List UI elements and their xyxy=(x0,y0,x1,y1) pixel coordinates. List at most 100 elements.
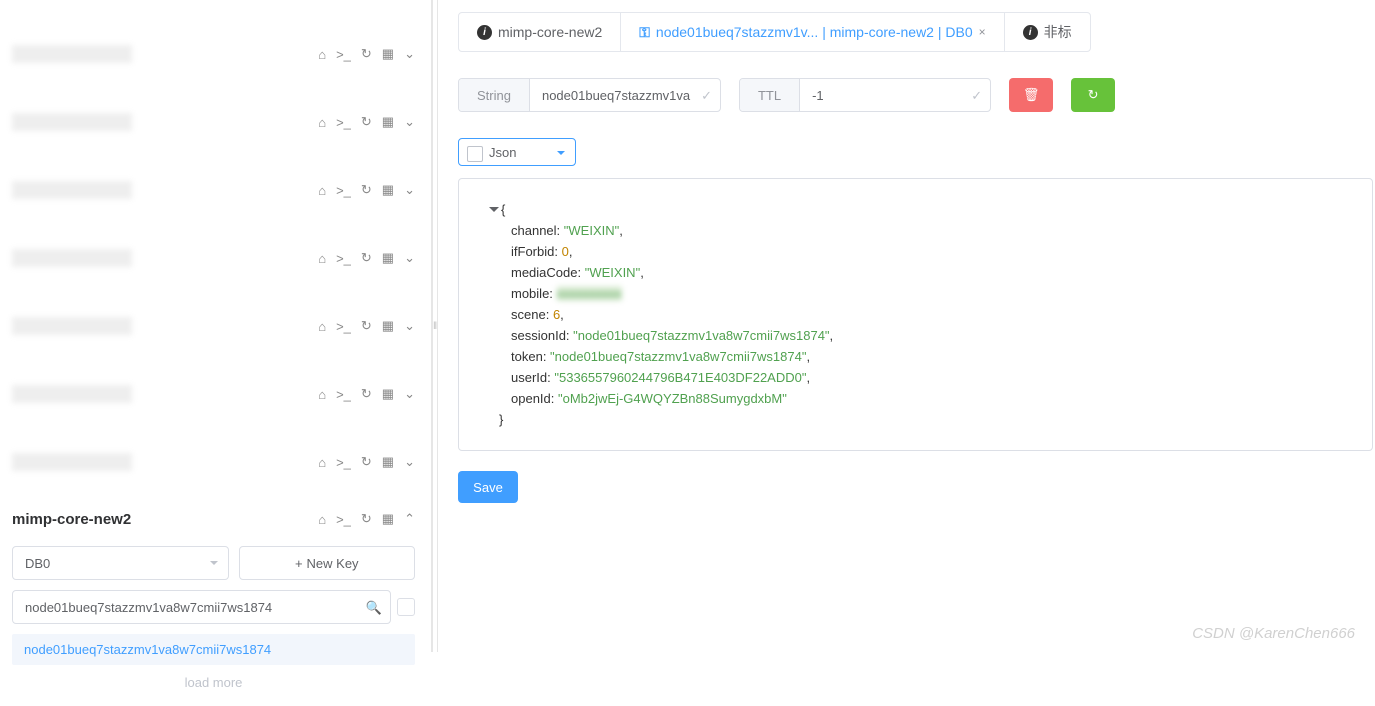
grid-icon[interactable]: ▦ xyxy=(382,318,394,334)
grid-icon[interactable]: ▦ xyxy=(382,46,394,62)
type-label: String xyxy=(459,79,530,111)
refresh-icon[interactable]: ↻ xyxy=(361,250,372,266)
collapse-toggle-icon[interactable] xyxy=(489,207,499,217)
chevron-down-icon[interactable]: ⌄ xyxy=(404,386,415,402)
chevron-down-icon[interactable]: ⌄ xyxy=(404,454,415,470)
load-more-button[interactable]: load more xyxy=(12,665,415,700)
refresh-icon[interactable]: ↻ xyxy=(361,182,372,198)
key-fields: String node01bueq7stazzmv1va✓ TTL -1✓ 🗑 … xyxy=(458,78,1375,112)
connection-row[interactable]: ⌂ >_ ↻ ▦ ⌄ xyxy=(0,292,431,360)
key-list-item[interactable]: node01bueq7stazzmv1va8w7cmii7ws1874 xyxy=(12,634,415,665)
connection-row[interactable]: ⌂ >_ ↻ ▦ ⌄ xyxy=(0,224,431,292)
terminal-icon[interactable]: >_ xyxy=(336,47,351,62)
refresh-icon[interactable]: ↻ xyxy=(361,511,372,527)
close-icon[interactable]: × xyxy=(979,25,986,39)
tab-label: node01bueq7stazzmv1v... | mimp-core-new2… xyxy=(656,24,973,40)
search-icon[interactable]: 🔍 xyxy=(366,600,382,616)
chevron-down-icon[interactable]: ⌄ xyxy=(404,46,415,62)
ttl-field: TTL -1 ✓ xyxy=(739,78,991,112)
info-icon: i xyxy=(477,25,492,40)
terminal-icon[interactable]: >_ xyxy=(336,319,351,334)
home-icon[interactable]: ⌂ xyxy=(318,47,326,62)
grid-icon[interactable]: ▦ xyxy=(382,250,394,266)
tab-connection[interactable]: imimp-core-new2 xyxy=(459,13,621,51)
check-icon[interactable]: ✓ xyxy=(971,88,982,104)
json-val-redacted: xxxxxxxxxx xyxy=(557,286,622,301)
open-connection: mimp-core-new2 ⌂ >_ ↻ ▦ ⌃ DB0 + New Key node0… xyxy=(0,496,431,706)
terminal-icon[interactable]: >_ xyxy=(336,455,351,470)
refresh-icon[interactable]: ↻ xyxy=(361,318,372,334)
grid-icon[interactable]: ▦ xyxy=(382,114,394,130)
home-icon[interactable]: ⌂ xyxy=(318,455,326,470)
chevron-up-icon[interactable]: ⌃ xyxy=(404,511,415,527)
connection-row[interactable]: ⌂ >_ ↻ ▦ ⌄ xyxy=(0,88,431,156)
key-name-value: node01bueq7stazzmv1va xyxy=(542,88,690,103)
connection-row[interactable]: ⌂ >_ ↻ ▦ ⌄ xyxy=(0,156,431,224)
connection-name xyxy=(12,113,132,131)
connection-row[interactable]: ⌂ >_ ↻ ▦ ⌄ xyxy=(0,360,431,428)
delete-button[interactable]: 🗑 xyxy=(1009,78,1053,112)
save-button[interactable]: Save xyxy=(458,471,518,503)
chevron-down-icon[interactable]: ⌄ xyxy=(404,318,415,334)
json-val: "node01bueq7stazzmv1va8w7cmii7ws1874" xyxy=(573,328,829,343)
ttl-input[interactable]: -1 ✓ xyxy=(800,79,990,111)
new-key-button[interactable]: + New Key xyxy=(239,546,416,580)
check-icon[interactable]: ✓ xyxy=(701,88,712,104)
terminal-icon[interactable]: >_ xyxy=(336,115,351,130)
info-icon: i xyxy=(1023,25,1038,40)
trash-icon: 🗑 xyxy=(1023,87,1040,103)
json-val: "5336557960244796B471E403DF22ADD0" xyxy=(554,370,806,385)
tab-key[interactable]: ⚿node01bueq7stazzmv1v... | mimp-core-new… xyxy=(621,13,1004,51)
new-key-label: New Key xyxy=(307,556,359,571)
json-val: "oMb2jwEj-G4WQYZBn88SumygdxbM" xyxy=(558,391,787,406)
grid-icon[interactable]: ▦ xyxy=(382,511,394,527)
type-field: String node01bueq7stazzmv1va ✓ xyxy=(458,78,721,112)
open-connection-title[interactable]: mimp-core-new2 xyxy=(12,511,131,528)
refresh-icon[interactable]: ↻ xyxy=(361,386,372,402)
connection-row[interactable]: ⌂ >_ ↻ ▦ ⌄ xyxy=(0,428,431,496)
grid-icon[interactable]: ▦ xyxy=(382,454,394,470)
terminal-icon[interactable]: >_ xyxy=(336,183,351,198)
connection-name xyxy=(12,317,132,335)
exact-match-checkbox[interactable] xyxy=(397,598,415,616)
tab-label: 非标 xyxy=(1044,22,1072,42)
key-name-input[interactable]: node01bueq7stazzmv1va ✓ xyxy=(530,79,720,111)
connection-row[interactable]: ⌂ >_ ↻ ▦ ⌄ xyxy=(0,20,431,88)
value-viewer[interactable]: { channel: "WEIXIN", ifForbid: 0, mediaC… xyxy=(458,178,1373,451)
db-select[interactable]: DB0 xyxy=(12,546,229,580)
chevron-down-icon[interactable]: ⌄ xyxy=(404,182,415,198)
chevron-down-icon[interactable]: ⌄ xyxy=(404,114,415,130)
sidebar: ⌂ >_ ↻ ▦ ⌄ ⌂ >_ ↻ ▦ ⌄ ⌂ >_ ↻ ▦ ⌄ ⌂ >_ ↻ ▦ ⌄ ⌂ >_ ↻ ▦ ⌄ ⌂… xyxy=(0,0,432,652)
home-icon[interactable]: ⌂ xyxy=(318,115,326,130)
home-icon[interactable]: ⌂ xyxy=(318,183,326,198)
connection-name xyxy=(12,385,132,403)
grid-icon[interactable]: ▦ xyxy=(382,386,394,402)
format-value: Json xyxy=(489,145,516,160)
ttl-label: TTL xyxy=(740,79,800,111)
home-icon[interactable]: ⌂ xyxy=(318,319,326,334)
refresh-icon[interactable]: ↻ xyxy=(361,114,372,130)
connection-name xyxy=(12,249,132,267)
home-icon[interactable]: ⌂ xyxy=(318,512,326,527)
tab-bar: imimp-core-new2 ⚿node01bueq7stazzmv1v...… xyxy=(458,12,1091,52)
refresh-button[interactable]: ↻ xyxy=(1071,78,1115,112)
refresh-icon[interactable]: ↻ xyxy=(361,454,372,470)
home-icon[interactable]: ⌂ xyxy=(318,387,326,402)
refresh-icon: ↻ xyxy=(1088,87,1099,103)
connection-actions: ⌂ >_ ↻ ▦ ⌄ xyxy=(318,46,415,62)
search-input-value: node01bueq7stazzmv1va8w7cmii7ws1874 xyxy=(25,600,272,615)
search-input[interactable]: node01bueq7stazzmv1va8w7cmii7ws1874 🔍 xyxy=(12,590,391,624)
home-icon[interactable]: ⌂ xyxy=(318,251,326,266)
ttl-value: -1 xyxy=(812,88,824,103)
refresh-icon[interactable]: ↻ xyxy=(361,46,372,62)
format-select[interactable]: Json xyxy=(458,138,576,166)
connection-name xyxy=(12,181,132,199)
terminal-icon[interactable]: >_ xyxy=(336,512,351,527)
tab-other[interactable]: i 非标 xyxy=(1005,13,1090,51)
terminal-icon[interactable]: >_ xyxy=(336,251,351,266)
json-val: "node01bueq7stazzmv1va8w7cmii7ws1874" xyxy=(550,349,806,364)
grid-icon[interactable]: ▦ xyxy=(382,182,394,198)
plus-icon: + xyxy=(295,556,303,571)
chevron-down-icon[interactable]: ⌄ xyxy=(404,250,415,266)
terminal-icon[interactable]: >_ xyxy=(336,387,351,402)
